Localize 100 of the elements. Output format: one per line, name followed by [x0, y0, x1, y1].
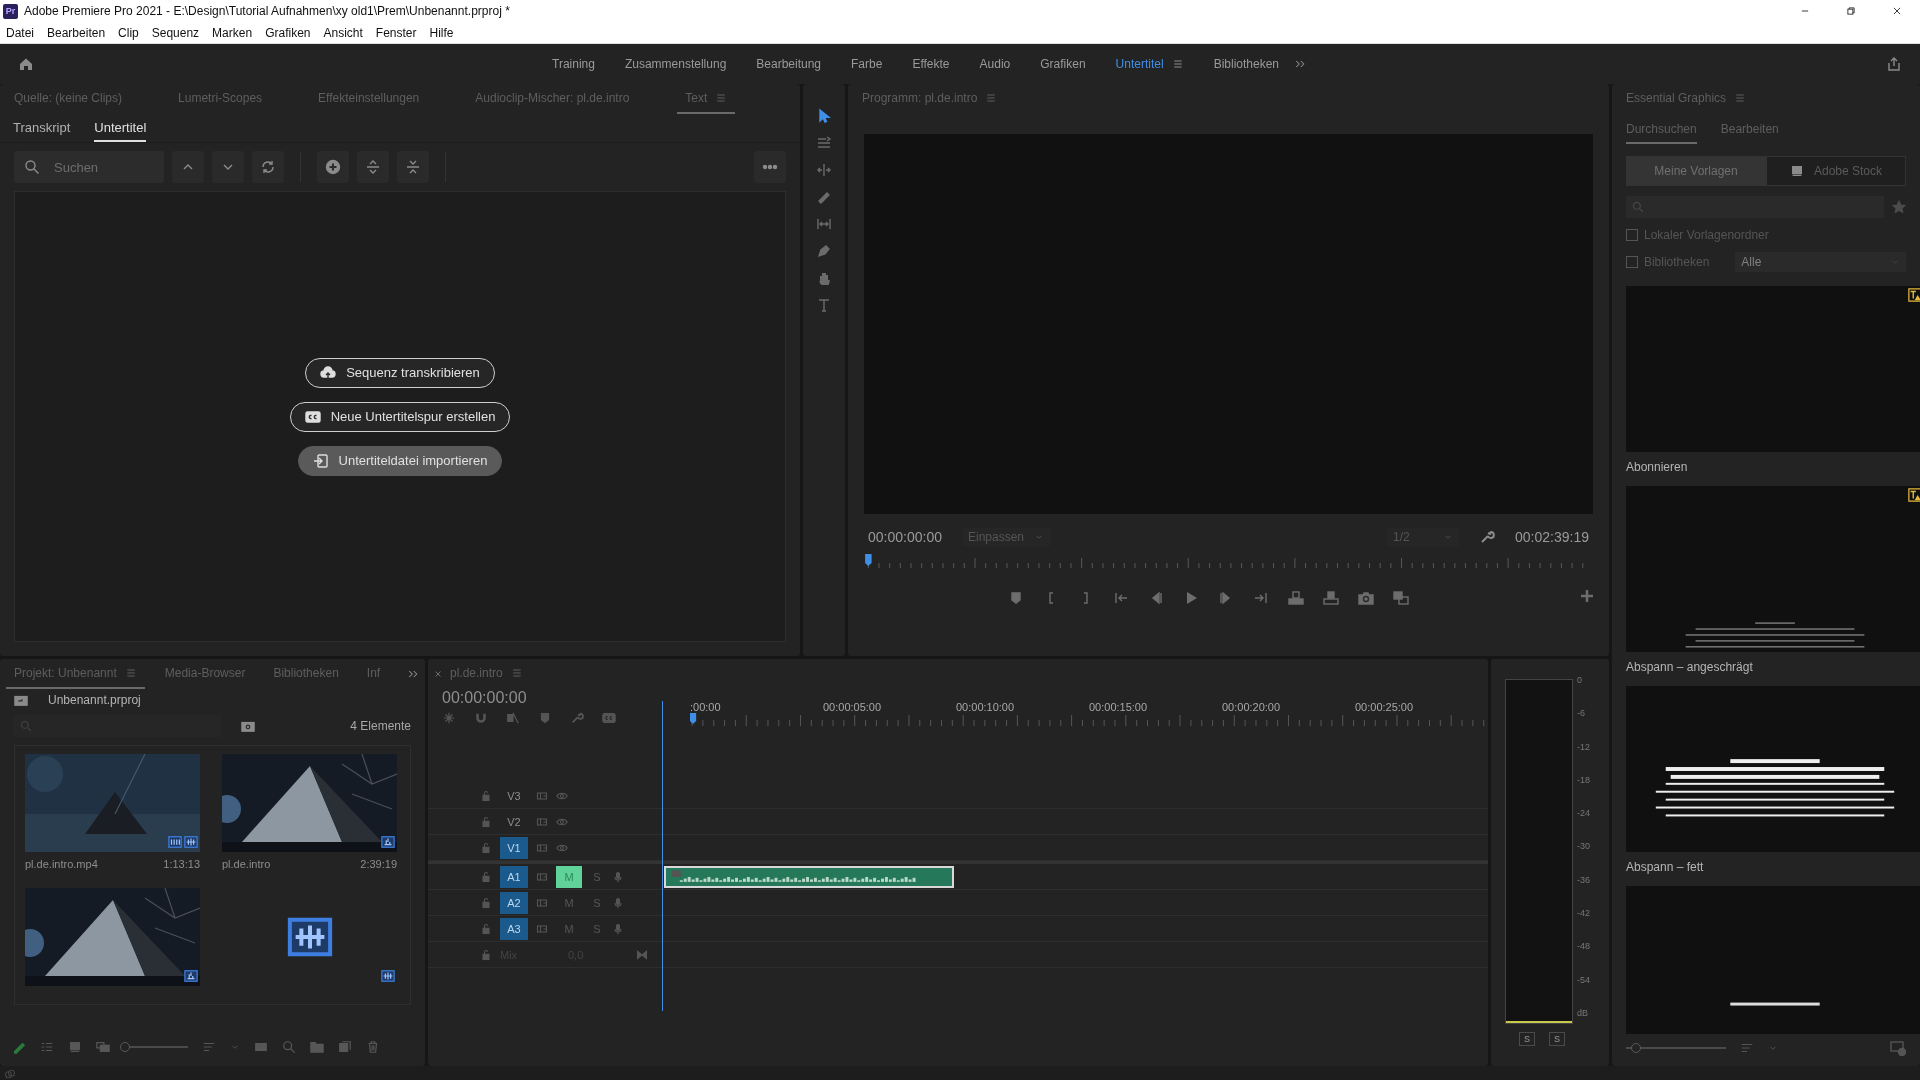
lock-icon[interactable] [480, 841, 492, 854]
lock-icon[interactable] [480, 870, 492, 883]
microphone-icon[interactable] [612, 870, 624, 883]
sort-icon[interactable] [202, 1040, 216, 1054]
track-output-icon[interactable] [536, 789, 548, 802]
previous-button[interactable] [172, 151, 204, 183]
lock-icon[interactable] [480, 896, 492, 909]
menu-item[interactable]: Ansicht [323, 25, 363, 40]
search-field[interactable]: Suchen [14, 151, 164, 183]
sub-tab[interactable]: Transkript [13, 114, 71, 142]
track-output-icon[interactable] [536, 815, 548, 828]
pencil-icon[interactable] [12, 1040, 26, 1054]
menu-item[interactable]: Clip [118, 25, 139, 40]
search-field[interactable] [1626, 196, 1884, 218]
lock-icon[interactable] [480, 922, 492, 935]
checkbox[interactable] [1626, 256, 1638, 268]
menu-item[interactable]: Fenster [375, 25, 417, 40]
star-icon[interactable] [1892, 200, 1906, 214]
track-target[interactable]: A1 [500, 865, 528, 888]
track-target[interactable]: V3 [500, 784, 528, 807]
folder-icon[interactable] [310, 1040, 324, 1054]
split-button[interactable] [357, 151, 389, 183]
type-tool-icon[interactable] [816, 297, 832, 313]
track-target[interactable]: A2 [500, 891, 528, 914]
hand-icon[interactable] [816, 270, 832, 286]
menu-item[interactable]: Sequenz [151, 25, 200, 40]
track-target[interactable]: V2 [500, 810, 528, 833]
freeform-view-icon[interactable] [96, 1040, 110, 1054]
bin-search-icon[interactable] [241, 719, 255, 733]
next-button[interactable] [212, 151, 244, 183]
list-view-icon[interactable] [40, 1040, 54, 1054]
lock-icon[interactable] [480, 789, 492, 802]
template-preview[interactable] [1626, 686, 1920, 852]
search-icon[interactable] [282, 1040, 296, 1054]
action-button[interactable]: Neue Untertitelspur erstellen [289, 401, 511, 432]
camera-icon[interactable] [1358, 589, 1374, 606]
merge-button[interactable] [397, 151, 429, 183]
solo-toggle[interactable]: S [1549, 1032, 1566, 1046]
workspace-tab[interactable]: Farbe [836, 57, 898, 71]
slip-tool-icon[interactable] [816, 216, 832, 232]
wrench-icon[interactable] [1479, 529, 1496, 545]
zoom-slider[interactable] [1626, 1043, 1726, 1053]
workspace-tab[interactable]: Grafiken [1025, 57, 1101, 71]
microphone-icon[interactable] [612, 896, 624, 909]
workspace-tab[interactable]: Effekte [897, 57, 965, 71]
menu-icon[interactable] [124, 667, 137, 679]
workspace-tab[interactable]: Bibliotheken [1198, 57, 1294, 71]
sub-tab[interactable]: Untertitel [94, 114, 147, 142]
ripple-edit-icon[interactable] [816, 162, 832, 178]
menu-item[interactable]: Marken [212, 25, 253, 40]
new-item-icon[interactable] [338, 1040, 352, 1054]
menu-item[interactable]: Bearbeiten [47, 25, 106, 40]
compare-icon[interactable] [1393, 589, 1409, 606]
trash-icon[interactable] [366, 1040, 380, 1054]
pen-icon[interactable] [816, 243, 832, 259]
workspace-tab[interactable]: Bearbeitung [741, 57, 837, 71]
new-layer-icon[interactable] [1890, 1040, 1906, 1056]
lift-icon[interactable] [1288, 589, 1304, 606]
menu-icon[interactable] [510, 667, 523, 679]
refresh-button[interactable] [252, 151, 284, 183]
workspace-tab[interactable]: Training [537, 57, 610, 71]
menu-item[interactable]: Grafiken [265, 25, 311, 40]
more-panels-icon[interactable] [407, 668, 419, 680]
folder-up-icon[interactable] [14, 693, 28, 707]
creative-cloud-icon[interactable] [4, 1068, 16, 1080]
add-icon[interactable] [1579, 588, 1595, 604]
icon-view-icon[interactable] [68, 1040, 82, 1054]
track-output-icon[interactable] [536, 896, 548, 909]
marker-icon[interactable] [1008, 589, 1024, 606]
audio-clip[interactable] [664, 865, 954, 888]
close-icon[interactable] [434, 670, 442, 678]
add-button[interactable] [317, 151, 349, 183]
microphone-icon[interactable] [612, 922, 624, 935]
solo-toggle[interactable]: S [1519, 1032, 1535, 1046]
share-icon[interactable] [1886, 56, 1902, 72]
more-button[interactable] [754, 151, 786, 183]
workspace-tab[interactable]: Zusammenstellung [609, 57, 742, 71]
menu-item[interactable]: Hilfe [429, 25, 454, 40]
menu-icon[interactable] [985, 92, 998, 104]
source-toggle[interactable]: Meine Vorlagen [1626, 156, 1766, 186]
menu-icon[interactable] [715, 92, 728, 104]
library-dropdown[interactable]: Alle [1735, 252, 1906, 272]
checkbox[interactable] [1626, 229, 1638, 241]
sort-icon[interactable] [1740, 1041, 1754, 1055]
marker-icon[interactable] [538, 711, 552, 725]
workspace-tab[interactable]: Audio [964, 57, 1026, 71]
home-icon[interactable] [18, 56, 34, 72]
mix-toggle-icon[interactable] [636, 948, 648, 961]
captions-icon[interactable] [602, 711, 616, 725]
lock-icon[interactable] [480, 948, 492, 961]
track-target[interactable]: A3 [500, 917, 528, 940]
workspace-tab[interactable]: Untertitel [1100, 57, 1199, 71]
track-select-icon[interactable] [816, 135, 832, 151]
action-button[interactable]: Untertiteldatei importieren [297, 445, 503, 476]
track-target[interactable]: V1 [500, 836, 528, 859]
selection-tool-icon[interactable] [816, 108, 832, 124]
magnet-icon[interactable] [474, 711, 488, 725]
track-output-icon[interactable] [536, 870, 548, 883]
track-output-icon[interactable] [536, 841, 548, 854]
extract-icon[interactable] [1323, 589, 1339, 606]
